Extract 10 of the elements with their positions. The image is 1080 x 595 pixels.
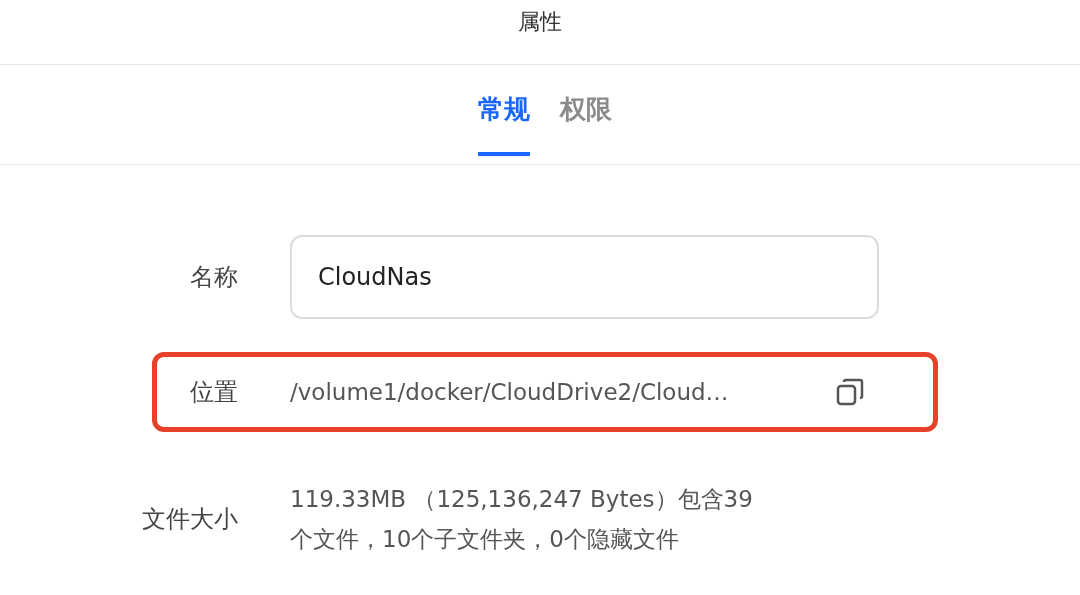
tab[interactable]: 权限 <box>560 65 612 156</box>
path-text: /volume1/docker/CloudDrive2/Cloud… <box>290 377 730 407</box>
tab[interactable]: 常规 <box>478 65 530 156</box>
file-size-text: 119.33MB （125,136,247 Bytes）包含39个文件，10个子文件夹，0个隐藏文件 <box>290 485 754 554</box>
field-label: 文件大小 <box>141 504 238 535</box>
copy-icon[interactable] <box>835 377 865 407</box>
dialog-title: 属性 <box>518 7 562 36</box>
field-label: 位置 <box>189 377 238 408</box>
name-field[interactable]: CloudNas <box>290 235 879 319</box>
field-label: 名称 <box>189 262 238 293</box>
